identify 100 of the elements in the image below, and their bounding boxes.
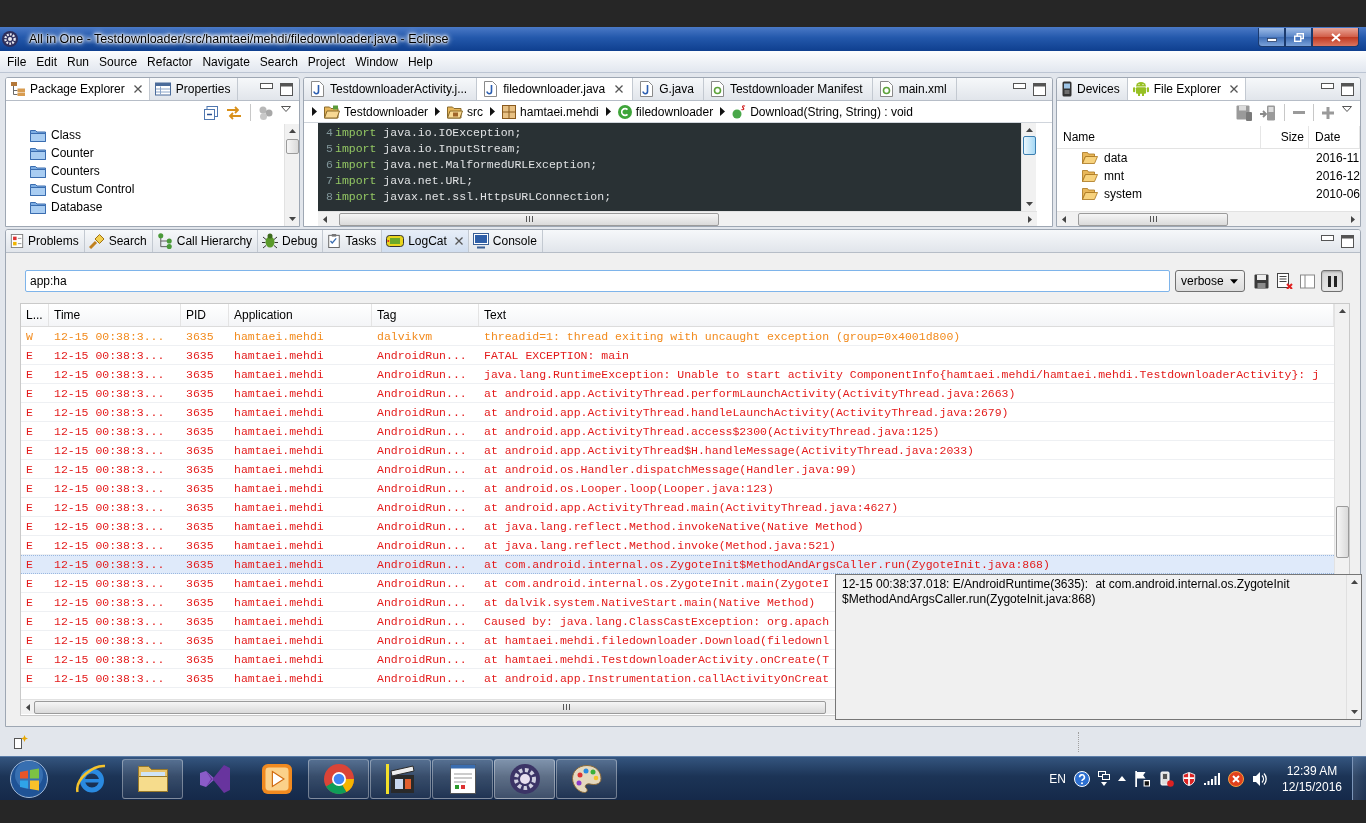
view-tab[interactable]: Problems <box>6 230 85 252</box>
column-header[interactable]: Time <box>49 304 181 326</box>
menu-item[interactable]: Search <box>254 52 303 71</box>
minimize-icon[interactable] <box>1321 235 1334 241</box>
speaker-icon[interactable] <box>1252 770 1268 787</box>
menu-item[interactable]: Run <box>62 52 95 71</box>
up-arrow-icon[interactable] <box>288 129 296 133</box>
menu-item[interactable]: Help <box>402 52 438 71</box>
column-header[interactable]: PID <box>181 304 229 326</box>
right-arrow-icon[interactable] <box>1028 215 1032 223</box>
view-tab[interactable]: Properties <box>149 78 239 100</box>
minimize-button[interactable] <box>1258 28 1285 47</box>
error-icon[interactable] <box>1228 770 1244 787</box>
log-row[interactable]: E 12-15 00:38:3... 3635 hamtaei.mehdi AndroidRun... at java.lang.reflect.Method.invokeNative(Native Method) <box>21 517 1334 536</box>
minimize-icon[interactable] <box>260 83 273 89</box>
minimize-icon[interactable] <box>1013 83 1026 89</box>
restore-button[interactable] <box>1285 28 1312 47</box>
left-arrow-icon[interactable] <box>1062 215 1066 223</box>
shield-icon[interactable] <box>1182 771 1196 786</box>
column-header[interactable]: Application <box>229 304 372 326</box>
scrollbar-thumb[interactable] <box>1335 506 1349 558</box>
flag-icon[interactable] <box>1134 770 1150 787</box>
log-row[interactable]: E 12-15 00:38:3... 3635 hamtaei.mehdi AndroidRun... at android.os.Handler.dispatchMessage(Handler.java:99) <box>21 460 1334 479</box>
log-level-dropdown[interactable]: verbose <box>1175 270 1245 292</box>
scrollbar-thumb[interactable] <box>1078 212 1228 226</box>
horizontal-scrollbar[interactable] <box>1057 211 1360 226</box>
log-row[interactable]: E 12-15 00:38:3... 3635 hamtaei.mehdi AndroidRun... at android.app.ActivityThread.performLaunchActivity(ActivityThread.java:2663) <box>21 384 1334 403</box>
breadcrumb-item[interactable]: src <box>447 103 484 120</box>
log-row[interactable]: E 12-15 00:38:3... 3635 hamtaei.mehdi AndroidRun... at android.os.Looper.loop(Looper.java:123) <box>21 479 1334 498</box>
menu-item[interactable]: Source <box>94 52 143 71</box>
breadcrumb-item[interactable]: Download(String, String) : void <box>732 104 913 119</box>
down-arrow-icon[interactable] <box>288 217 296 221</box>
language-indicator[interactable]: EN <box>1049 771 1066 786</box>
tree-item[interactable]: Counter <box>6 144 94 162</box>
maximize-icon[interactable] <box>1341 235 1354 248</box>
log-row[interactable]: E 12-15 00:38:3... 3635 hamtaei.mehdi AndroidRun... FATAL EXCEPTION: main <box>21 346 1334 365</box>
log-row[interactable]: E 12-15 00:38:3... 3635 hamtaei.mehdi AndroidRun... at android.app.ActivityThread$H.handleMessage(ActivityThread.java:2033) <box>21 441 1334 460</box>
clock-date[interactable]: 12/15/2016 <box>1281 778 1343 795</box>
column-header[interactable]: Size <box>1261 126 1309 148</box>
editor-tab[interactable]: main.xml <box>872 78 957 100</box>
taskbar-button[interactable] <box>432 758 493 799</box>
split-panel-icon[interactable] <box>1300 273 1315 289</box>
menu-item[interactable]: File <box>2 52 32 71</box>
tree-item[interactable]: Class <box>6 126 81 144</box>
save-icon[interactable] <box>1254 273 1269 289</box>
editor-tab[interactable]: Testdownloader Manifest <box>703 78 873 100</box>
left-arrow-icon[interactable] <box>26 703 30 711</box>
filter-field[interactable]: app:ha <box>25 270 1170 292</box>
view-tab[interactable]: Debug <box>258 230 324 252</box>
dots-icon[interactable] <box>259 105 273 120</box>
right-arrow-icon[interactable] <box>1351 215 1355 223</box>
menu-item[interactable]: Refactor <box>142 52 198 71</box>
menu-item[interactable]: Navigate <box>197 52 255 71</box>
menu-item[interactable]: Edit <box>31 52 63 71</box>
column-header[interactable]: Name <box>1057 126 1261 148</box>
taskbar-button[interactable] <box>122 758 183 799</box>
signal-icon[interactable] <box>1204 770 1220 787</box>
tree-item[interactable]: Custum Control <box>6 180 135 198</box>
view-tab[interactable]: Call Hierarchy <box>152 230 259 252</box>
log-row[interactable]: E 12-15 00:38:3... 3635 hamtaei.mehdi AndroidRun... at android.app.ActivityThread.main(ActivityThread.java:4627) <box>21 498 1334 517</box>
taskbar-button[interactable] <box>494 758 555 799</box>
left-arrow-icon[interactable] <box>323 215 327 223</box>
up-arrow-icon[interactable] <box>1118 776 1126 781</box>
device-icon[interactable] <box>1158 770 1174 787</box>
floppy-icon[interactable] <box>1236 104 1252 121</box>
column-header[interactable]: Tag <box>372 304 479 326</box>
close-icon[interactable] <box>615 85 624 93</box>
maximize-icon[interactable] <box>1341 83 1354 96</box>
maximize-icon[interactable] <box>280 83 293 96</box>
phone-icon[interactable] <box>1260 104 1276 121</box>
clear-icon[interactable] <box>1277 273 1293 289</box>
scrollbar-thumb[interactable] <box>339 212 719 226</box>
breadcrumb-item[interactable]: filedownloader <box>617 104 714 119</box>
breadcrumb-item[interactable]: hamtaei.mehdi <box>502 104 599 119</box>
window-icon[interactable] <box>14 735 28 749</box>
pause-button[interactable] <box>1321 270 1343 292</box>
column-header[interactable]: Date <box>1309 126 1360 148</box>
maximize-icon[interactable] <box>1033 83 1046 96</box>
taskbar-button[interactable] <box>308 758 369 799</box>
windows-icon[interactable] <box>1098 770 1110 787</box>
editor-tab[interactable]: G.java <box>633 78 704 100</box>
log-row[interactable]: E 12-15 00:38:3... 3635 hamtaei.mehdi AndroidRun... java.lang.RuntimeException: Unable to start activity ComponentInfo{hamtaei.mehdi/hamtaei.mehdi.TestdownloaderActivity}: j <box>21 365 1334 384</box>
breadcrumb-item[interactable]: Testdownloader <box>324 103 429 120</box>
scrollbar-thumb[interactable] <box>285 139 299 154</box>
log-row[interactable]: E 12-15 00:38:3... 3635 hamtaei.mehdi AndroidRun... at android.app.ActivityThread.handleLaunchActivity(ActivityThread.java:2679) <box>21 403 1334 422</box>
down-arrow-icon[interactable] <box>1350 710 1358 714</box>
close-icon[interactable] <box>1230 85 1239 93</box>
up-arrow-icon[interactable] <box>1350 580 1358 584</box>
up-arrow-icon[interactable] <box>1025 128 1033 132</box>
tree-item[interactable]: Counters <box>6 162 100 180</box>
show-desktop-button[interactable] <box>1352 757 1366 800</box>
editor-tab[interactable]: filedownloader.java <box>477 78 634 100</box>
folder-item[interactable]: mnt <box>1057 169 1124 183</box>
vertical-scrollbar[interactable] <box>1346 575 1361 719</box>
help-icon[interactable] <box>1074 770 1090 787</box>
code-editor[interactable]: 4 import java.io.IOException; 5 import java.io.InputStream; 6 import java.net.MalformedURLException; 7 import java.net.URL; 8 import javax.net.ssl.HttpsURLConnection; <box>318 123 1021 211</box>
view-tab[interactable]: File Explorer <box>1127 78 1247 100</box>
folder-item[interactable]: system <box>1057 187 1142 201</box>
log-row[interactable]: E 12-15 00:38:3... 3635 hamtaei.mehdi AndroidRun... at android.app.ActivityThread.access$2300(ActivityThread.java:125) <box>21 422 1334 441</box>
view-menu-icon[interactable] <box>281 106 291 112</box>
